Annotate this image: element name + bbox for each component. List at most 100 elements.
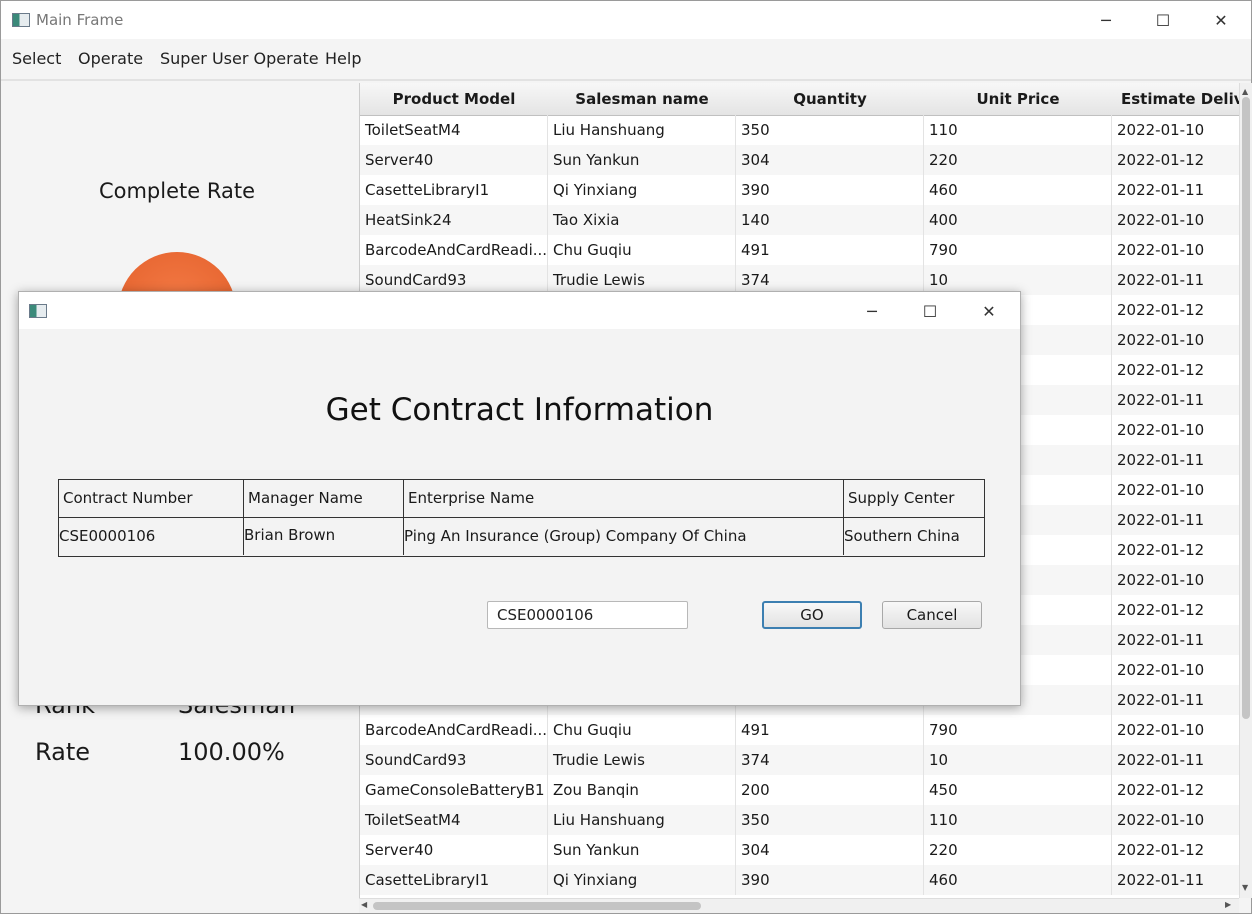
horizontal-scrollbar[interactable]: ◀ ▶ <box>359 898 1239 913</box>
maximize-icon[interactable]: ☐ <box>1140 1 1186 39</box>
cell-salesman-name: Tao Xixia <box>548 205 736 235</box>
menu-help[interactable]: Help <box>325 49 361 68</box>
table-row[interactable]: Server40 Sun Yankun 304 220 2022-01-12 <box>360 145 1240 175</box>
cell-estimate-delivery: 2022-01-10 <box>1112 325 1240 355</box>
cell-estimate-delivery: 2022-01-11 <box>1112 385 1240 415</box>
scroll-right-icon[interactable]: ▶ <box>1225 900 1231 909</box>
header-contract-number: Contract Number <box>59 480 244 517</box>
vertical-scrollbar[interactable]: ▲ ▼ <box>1239 83 1252 898</box>
window-title: Main Frame <box>36 11 124 29</box>
cell-quantity: 390 <box>736 175 924 205</box>
cell-estimate-delivery: 2022-01-10 <box>1112 205 1240 235</box>
cell-unit-price: 450 <box>924 775 1112 805</box>
cell-salesman-name: Qi Yinxiang <box>548 865 736 895</box>
cell-quantity: 200 <box>736 775 924 805</box>
column-header-unit-price[interactable]: Unit Price <box>924 83 1113 116</box>
cell-product-model: ToiletSeatM4 <box>360 115 548 145</box>
table-row[interactable]: SoundCard93 Trudie Lewis 374 10 2022-01-11 <box>360 745 1240 775</box>
cell-salesman-name: Liu Hanshuang <box>548 805 736 835</box>
table-row[interactable]: Server40 Sun Yankun 304 220 2022-01-12 <box>360 835 1240 865</box>
cell-estimate-delivery: 2022-01-12 <box>1112 535 1240 565</box>
cell-quantity: 374 <box>736 745 924 775</box>
table-row[interactable]: CasetteLibraryI1 Qi Yinxiang 390 460 2022-01… <box>360 175 1240 205</box>
contract-number-input[interactable] <box>487 601 688 629</box>
cell-estimate-delivery: 2022-01-10 <box>1112 715 1240 745</box>
cell-estimate-delivery: 2022-01-11 <box>1112 175 1240 205</box>
main-titlebar: Main Frame ─ ☐ ✕ <box>1 1 1251 39</box>
vertical-scroll-thumb[interactable] <box>1242 97 1250 719</box>
app-icon <box>12 13 30 27</box>
scroll-left-icon[interactable]: ◀ <box>361 900 367 909</box>
dialog-close-icon[interactable]: ✕ <box>966 292 1012 330</box>
horizontal-scroll-thumb[interactable] <box>373 902 701 910</box>
column-header-salesman-name[interactable]: Salesman name <box>548 83 737 116</box>
dialog-minimize-icon[interactable]: ─ <box>849 292 895 330</box>
cell-product-model: Server40 <box>360 835 548 865</box>
value-supply-center: Southern China <box>844 527 960 545</box>
cell-estimate-delivery: 2022-01-10 <box>1112 565 1240 595</box>
table-row[interactable]: HeatSink24 Tao Xixia 140 400 2022-01-10 <box>360 205 1240 235</box>
cell-estimate-delivery: 2022-01-11 <box>1112 865 1240 895</box>
cell-estimate-delivery: 2022-01-11 <box>1112 745 1240 775</box>
header-enterprise-name: Enterprise Name <box>404 480 844 517</box>
cell-estimate-delivery: 2022-01-10 <box>1112 115 1240 145</box>
cell-quantity: 491 <box>736 235 924 265</box>
cell-quantity: 304 <box>736 145 924 175</box>
menu-super-user-operate[interactable]: Super User Operate <box>160 49 319 68</box>
cell-estimate-delivery: 2022-01-12 <box>1112 295 1240 325</box>
table-row[interactable]: ToiletSeatM4 Liu Hanshuang 350 110 2022-01-1… <box>360 805 1240 835</box>
cell-estimate-delivery: 2022-01-10 <box>1112 415 1240 445</box>
cell-product-model: GameConsoleBatteryB1 <box>360 775 548 805</box>
column-header-quantity[interactable]: Quantity <box>736 83 925 116</box>
cell-estimate-delivery: 2022-01-12 <box>1112 775 1240 805</box>
table-row[interactable]: ToiletSeatM4 Liu Hanshuang 350 110 2022-01-1… <box>360 115 1240 145</box>
cell-estimate-delivery: 2022-01-12 <box>1112 595 1240 625</box>
minimize-icon[interactable]: ─ <box>1083 1 1129 39</box>
cell-unit-price: 110 <box>924 805 1112 835</box>
cell-unit-price: 110 <box>924 115 1112 145</box>
dialog-titlebar: ─ ☐ ✕ <box>19 292 1020 329</box>
cell-estimate-delivery: 2022-01-12 <box>1112 355 1240 385</box>
column-header-product-model[interactable]: Product Model <box>360 83 549 116</box>
cell-salesman-name: Sun Yankun <box>548 835 736 865</box>
cell-product-model: BarcodeAndCardReadi... <box>360 235 548 265</box>
table-row[interactable]: BarcodeAndCardReadi... Chu Guqiu 491 790 202… <box>360 715 1240 745</box>
dialog-maximize-icon[interactable]: ☐ <box>907 292 953 330</box>
cell-quantity: 390 <box>736 865 924 895</box>
menu-operate[interactable]: Operate <box>78 49 143 68</box>
cell-salesman-name: Chu Guqiu <box>548 715 736 745</box>
cell-quantity: 140 <box>736 205 924 235</box>
cancel-button[interactable]: Cancel <box>882 601 982 629</box>
contract-dialog: ─ ☐ ✕ Get Contract Information Contract … <box>18 291 1021 706</box>
cell-estimate-delivery: 2022-01-11 <box>1112 445 1240 475</box>
close-icon[interactable]: ✕ <box>1198 1 1244 39</box>
dialog-app-icon <box>29 304 47 318</box>
cell-product-model: CasetteLibraryI1 <box>360 865 548 895</box>
column-header-estimate-delivery[interactable]: Estimate Delive <box>1112 83 1240 116</box>
cell-salesman-name: Qi Yinxiang <box>548 175 736 205</box>
scroll-down-icon[interactable]: ▼ <box>1242 883 1248 892</box>
cell-product-model: BarcodeAndCardReadi... <box>360 715 548 745</box>
value-contract-number: CSE0000106 <box>59 518 244 555</box>
go-button[interactable]: GO <box>762 601 862 629</box>
cell-estimate-delivery: 2022-01-11 <box>1112 505 1240 535</box>
cell-quantity: 304 <box>736 835 924 865</box>
cell-estimate-delivery: 2022-01-10 <box>1112 235 1240 265</box>
menu-select[interactable]: Select <box>12 49 61 68</box>
table-row[interactable]: CasetteLibraryI1 Qi Yinxiang 390 460 2022-01… <box>360 865 1240 895</box>
value-manager-name: Brian Brown <box>244 518 404 555</box>
cell-unit-price: 220 <box>924 145 1112 175</box>
header-manager-name: Manager Name <box>244 480 404 517</box>
table-row[interactable]: BarcodeAndCardReadi... Chu Guqiu 491 790 202… <box>360 235 1240 265</box>
scroll-up-icon[interactable]: ▲ <box>1242 87 1248 96</box>
cell-estimate-delivery: 2022-01-11 <box>1112 265 1240 295</box>
cell-unit-price: 220 <box>924 835 1112 865</box>
cell-salesman-name: Sun Yankun <box>548 145 736 175</box>
cell-estimate-delivery: 2022-01-12 <box>1112 835 1240 865</box>
table-row[interactable]: GameConsoleBatteryB1 Zou Banqin 200 450 2022… <box>360 775 1240 805</box>
cell-estimate-delivery: 2022-01-10 <box>1112 655 1240 685</box>
cell-unit-price: 460 <box>924 175 1112 205</box>
cell-estimate-delivery: 2022-01-12 <box>1112 145 1240 175</box>
cell-product-model: ToiletSeatM4 <box>360 805 548 835</box>
cell-product-model: HeatSink24 <box>360 205 548 235</box>
